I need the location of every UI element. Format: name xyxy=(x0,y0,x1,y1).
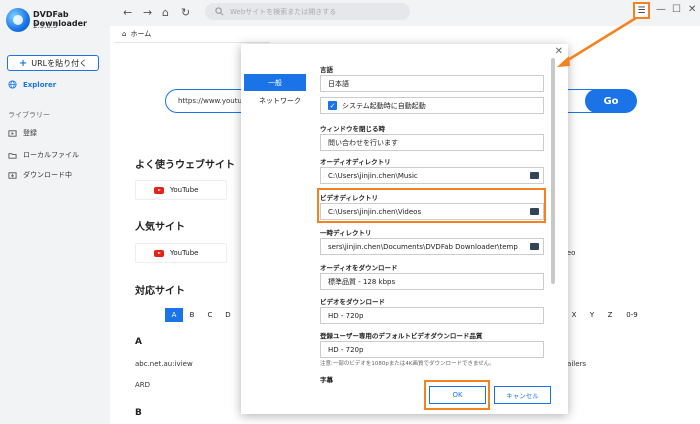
site-chip-label: YouTube xyxy=(170,249,199,257)
site-chip-youtube-popular[interactable]: YouTube xyxy=(135,243,227,263)
temp-dir-value: sers\jinjin.chen\Documents\DVDFab Downlo… xyxy=(328,242,518,251)
app-version: 2.3.0.5 xyxy=(33,22,58,30)
subscription-icon xyxy=(8,129,17,137)
refresh-icon[interactable]: ↻ xyxy=(181,6,190,19)
folder-icon xyxy=(8,152,17,159)
sidebar-item-label: Explorer xyxy=(23,80,57,89)
tab-home-label: ホーム xyxy=(130,30,152,38)
subtitle-label: 字幕 xyxy=(320,376,333,384)
globe-icon xyxy=(8,80,17,89)
folder-icon[interactable] xyxy=(530,243,539,250)
alphabet-filter: A B C D xyxy=(165,308,237,322)
video-dir-field[interactable]: C:\Users\jinjin.chen\Videos xyxy=(320,203,544,220)
url-value: https://www.youtul xyxy=(178,97,244,105)
minimize-icon[interactable]: — xyxy=(656,4,666,15)
audio-dir-value: C:\Users\jinjin.chen\Music xyxy=(328,171,418,180)
section-frequent-title: よく使うウェブサイト xyxy=(135,160,235,171)
folder-icon[interactable] xyxy=(530,172,539,179)
youtube-icon xyxy=(154,249,164,257)
close-icon[interactable]: ✕ xyxy=(688,4,696,15)
sidebar: DVDFab Downloader 2.3.0.5 + URLを貼り付く Exp… xyxy=(0,0,110,424)
forward-icon[interactable]: → xyxy=(143,6,152,19)
autostart-checkbox[interactable]: ✓ システム起動時に自動起動 xyxy=(320,97,544,114)
menu-button[interactable]: ☰ xyxy=(633,2,650,19)
alpha-z[interactable]: Z xyxy=(601,308,619,322)
quality-note: 注意:一部のビデオを1080pまたは4K画質でダウンロードできません。 xyxy=(320,361,495,367)
alpha-c[interactable]: C xyxy=(201,308,219,322)
close-icon[interactable]: ✕ xyxy=(555,46,563,57)
site-link[interactable]: abc.net.au:iview xyxy=(135,360,193,368)
sidebar-item-subscriptions[interactable]: 登録 xyxy=(8,128,37,138)
language-select[interactable]: 日本語 xyxy=(320,75,544,92)
sidebar-item-explorer[interactable]: Explorer xyxy=(8,80,56,89)
sidebar-item-label: ダウンロード中 xyxy=(23,171,72,179)
registered-quality-label: 登録ユーザー専用のデフォルトビデオダウンロード品質 xyxy=(320,332,483,340)
audio-download-select[interactable]: 標準品質 - 128 kbps xyxy=(320,273,544,290)
sidebar-item-downloading[interactable]: ダウンロード中 xyxy=(8,170,72,180)
home-icon: ⌂ xyxy=(122,30,127,38)
alpha-d[interactable]: D xyxy=(219,308,237,322)
language-value: 日本語 xyxy=(328,79,349,88)
settings-dialog: ✕ 一般 ネットワーク 言語 日本語 ✓ システム起動時に自動起動 ウィンドウを… xyxy=(241,44,568,414)
menu-icon: ☰ xyxy=(637,5,646,16)
back-icon[interactable]: ← xyxy=(123,6,132,19)
alphabet-filter-right: X Y Z 0-9 xyxy=(565,308,645,322)
library-title: ライブラリー xyxy=(8,111,50,119)
audio-dir-field[interactable]: C:\Users\jinjin.chen\Music xyxy=(320,167,544,184)
section-supported-title: 対応サイト xyxy=(135,286,185,297)
app-logo-icon xyxy=(6,8,30,32)
site-chip-label: YouTube xyxy=(170,186,199,194)
close-behavior-value: 問い合わせを行います xyxy=(328,138,398,147)
checkmark-icon: ✓ xyxy=(328,101,337,110)
sidebar-item-local-files[interactable]: ローカルファイル xyxy=(8,150,79,160)
site-link[interactable]: ARD xyxy=(135,381,150,389)
tab-general[interactable]: 一般 xyxy=(244,74,306,91)
home-icon[interactable]: ⌂ xyxy=(162,6,169,19)
registered-quality-select[interactable]: HD - 720p xyxy=(320,341,544,358)
scrollbar[interactable] xyxy=(551,58,555,284)
search-icon xyxy=(215,7,224,16)
autostart-label: システム起動時に自動起動 xyxy=(342,101,426,110)
top-bar: ← → ⌂ ↻ Webサイトを検索または開きする ☰ — ☐ ✕ xyxy=(110,0,700,26)
video-dir-label: ビデオディレクトリ xyxy=(320,194,379,202)
audio-download-label: オーディオをダウンロード xyxy=(320,264,398,272)
ok-button[interactable]: OK xyxy=(429,386,486,404)
tab-home[interactable]: ⌂ ホーム xyxy=(114,26,270,43)
audio-download-value: 標準品質 - 128 kbps xyxy=(328,277,396,286)
folder-icon[interactable] xyxy=(530,208,539,215)
alpha-y[interactable]: Y xyxy=(583,308,601,322)
temp-dir-field[interactable]: sers\jinjin.chen\Documents\DVDFab Downlo… xyxy=(320,238,544,255)
alpha-0-9[interactable]: 0-9 xyxy=(619,308,645,322)
close-behavior-label: ウィンドウを閉じる時 xyxy=(320,125,385,133)
tab-network[interactable]: ネットワーク xyxy=(244,92,306,109)
alpha-a[interactable]: A xyxy=(165,308,183,322)
paste-url-button[interactable]: + URLを貼り付く xyxy=(7,55,99,71)
maximize-icon[interactable]: ☐ xyxy=(672,4,681,15)
plus-icon: + xyxy=(18,57,28,69)
close-behavior-select[interactable]: 問い合わせを行います xyxy=(320,134,544,151)
cancel-button[interactable]: キャンセル xyxy=(494,386,551,404)
video-dir-value: C:\Users\jinjin.chen\Videos xyxy=(328,207,422,216)
video-download-select[interactable]: HD - 720p xyxy=(320,307,544,324)
audio-dir-label: オーディオディレクトリ xyxy=(320,158,391,166)
sidebar-item-label: 登録 xyxy=(23,129,37,137)
paste-url-label: URLを貼り付く xyxy=(31,58,88,68)
site-chip-youtube[interactable]: YouTube xyxy=(135,180,227,200)
language-label: 言語 xyxy=(320,66,333,74)
search-input[interactable]: Webサイトを検索または開きする xyxy=(205,3,410,20)
youtube-icon xyxy=(154,186,164,194)
go-button[interactable]: Go xyxy=(585,89,637,113)
download-icon xyxy=(8,171,17,179)
sidebar-item-label: ローカルファイル xyxy=(23,151,79,159)
video-download-value: HD - 720p xyxy=(328,311,364,320)
temp-dir-label: 一時ディレクトリ xyxy=(320,229,372,237)
alpha-b[interactable]: B xyxy=(183,308,201,322)
video-download-label: ビデオをダウンロード xyxy=(320,298,385,306)
letter-header-b: B xyxy=(135,408,142,418)
letter-header-a: A xyxy=(135,337,142,347)
registered-quality-value: HD - 720p xyxy=(328,345,364,354)
section-popular-title: 人気サイト xyxy=(135,222,185,233)
search-placeholder: Webサイトを検索または開きする xyxy=(230,7,337,16)
